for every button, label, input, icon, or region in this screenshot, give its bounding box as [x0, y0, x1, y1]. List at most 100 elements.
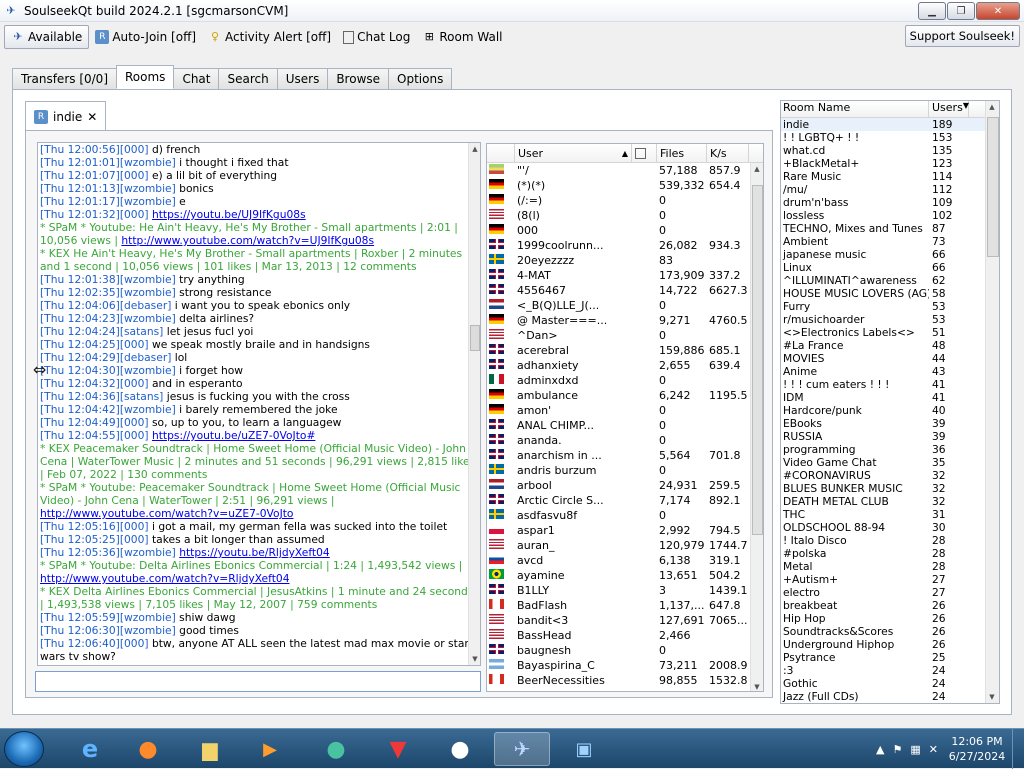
- start-button[interactable]: [4, 731, 44, 767]
- room-row[interactable]: what.cd 135: [781, 144, 999, 157]
- chat-username[interactable]: [000]: [120, 143, 149, 156]
- room-row[interactable]: ! ! ! cum eaters ! ! ! 41: [781, 378, 999, 391]
- room-row[interactable]: +Autism+ 27: [781, 573, 999, 586]
- room-row[interactable]: RUSSIA 39: [781, 430, 999, 443]
- scroll-down-icon[interactable]: ▼: [469, 653, 480, 665]
- firefox-icon[interactable]: ●: [120, 732, 176, 766]
- chat-username[interactable]: [000]: [120, 533, 149, 546]
- chat-username[interactable]: [wzombie]: [120, 611, 176, 624]
- media-player-icon[interactable]: ▶: [242, 732, 298, 766]
- chat-link[interactable]: http://www.youtube.com/watch?v=UJ9IfKgu0…: [121, 234, 374, 247]
- vivaldi-icon[interactable]: ▼: [370, 732, 426, 766]
- chat-username[interactable]: [000]: [120, 169, 149, 182]
- soulseek-taskbar-icon[interactable]: ✈: [494, 732, 550, 766]
- chat-username[interactable]: [wzombie]: [120, 312, 176, 325]
- room-row[interactable]: Underground Hiphop 26: [781, 638, 999, 651]
- chat-username[interactable]: [wzombie]: [120, 195, 176, 208]
- close-button[interactable]: ✕: [976, 2, 1020, 20]
- tab-browse[interactable]: Browse: [327, 68, 390, 89]
- users-scrollbar[interactable]: ▲ ▼: [750, 163, 763, 691]
- chat-link[interactable]: http://www.youtube.com/watch?v=RljdyXeft…: [40, 572, 290, 585]
- scroll-up-icon[interactable]: ▲: [986, 101, 998, 113]
- chat-username[interactable]: [satans]: [120, 325, 164, 338]
- user-row[interactable]: 20eyezzzz 83: [487, 253, 763, 268]
- chat-log-area[interactable]: [Thu 12:00:56][000] d) french [Thu 12:01:…: [37, 142, 481, 666]
- user-row[interactable]: ANAL CHIMP... 0: [487, 418, 763, 433]
- user-row[interactable]: adminxdxd 0: [487, 373, 763, 388]
- room-row[interactable]: lossless 102: [781, 209, 999, 222]
- room-row[interactable]: +BlackMetal+ 123: [781, 157, 999, 170]
- chat-username[interactable]: [wzombie]: [120, 286, 176, 299]
- column-user[interactable]: User ▲: [515, 144, 632, 162]
- autojoin-button[interactable]: R Auto-Join [off]: [89, 25, 202, 49]
- room-row[interactable]: #La France 48: [781, 339, 999, 352]
- room-row[interactable]: IDM 41: [781, 391, 999, 404]
- user-row[interactable]: BassHead 2,466: [487, 628, 763, 643]
- chat-input[interactable]: [35, 671, 481, 692]
- maximize-button[interactable]: ❐: [947, 2, 975, 20]
- volume-muted-icon[interactable]: ✕: [929, 743, 938, 756]
- chat-username[interactable]: [000]: [120, 208, 149, 221]
- scroll-down-icon[interactable]: ▼: [751, 681, 763, 691]
- room-row[interactable]: programming 36: [781, 443, 999, 456]
- user-row[interactable]: 000 0: [487, 223, 763, 238]
- chat-username[interactable]: [wzombie]: [120, 403, 176, 416]
- tab-transfers[interactable]: Transfers [0/0]: [12, 68, 117, 89]
- chat-username[interactable]: [satans]: [120, 390, 164, 403]
- room-row[interactable]: breakbeat 26: [781, 599, 999, 612]
- user-row[interactable]: avcd 6,138 319.1: [487, 553, 763, 568]
- user-row[interactable]: (8(l) 0: [487, 208, 763, 223]
- user-row[interactable]: BadFlash 1,137,... 647.8: [487, 598, 763, 613]
- room-row[interactable]: DEATH METAL CLUB 32: [781, 495, 999, 508]
- chat-scroll-thumb[interactable]: [470, 325, 480, 351]
- file-explorer-icon[interactable]: ▆: [182, 732, 238, 766]
- tab-chat[interactable]: Chat: [173, 68, 220, 89]
- room-row[interactable]: TECHNO, Mixes and Tunes 87: [781, 222, 999, 235]
- user-row[interactable]: aspar1 2,992 794.5: [487, 523, 763, 538]
- tab-search[interactable]: Search: [218, 68, 278, 89]
- room-row[interactable]: EBooks 39: [781, 417, 999, 430]
- chat-username[interactable]: [000]: [120, 377, 149, 390]
- column-users[interactable]: Users ▼: [929, 101, 969, 117]
- room-row[interactable]: ! Italo Disco 28: [781, 534, 999, 547]
- room-row[interactable]: HOUSE MUSIC LOVERS (AG) 58: [781, 287, 999, 300]
- user-row[interactable]: andris burzum 0: [487, 463, 763, 478]
- chat-username[interactable]: [wzombie]: [120, 546, 176, 559]
- room-row[interactable]: Furry 53: [781, 300, 999, 313]
- chat-username[interactable]: [wzombie]: [120, 182, 176, 195]
- room-row[interactable]: #CORONAVIRUS 32: [781, 469, 999, 482]
- chat-username[interactable]: [000]: [120, 416, 149, 429]
- room-scroll-thumb[interactable]: [987, 117, 999, 257]
- scroll-up-icon[interactable]: ▲: [469, 143, 480, 155]
- tab-rooms[interactable]: Rooms: [116, 65, 175, 89]
- internet-explorer-icon[interactable]: e: [62, 732, 118, 766]
- room-row[interactable]: THC 31: [781, 508, 999, 521]
- support-soulseek-button[interactable]: Support Soulseek!: [904, 25, 1020, 47]
- room-row[interactable]: Psytrance 25: [781, 651, 999, 664]
- room-row[interactable]: <>Electronics Labels<> 51: [781, 326, 999, 339]
- room-row[interactable]: r/musichoarder 53: [781, 313, 999, 326]
- user-row[interactable]: baugnesh 0: [487, 643, 763, 658]
- chat-username[interactable]: [000]: [120, 637, 149, 650]
- chat-username[interactable]: [debaser]: [120, 299, 172, 312]
- room-row[interactable]: Ambient 73: [781, 235, 999, 248]
- room-row[interactable]: Hardcore/punk 40: [781, 404, 999, 417]
- room-row[interactable]: drum'n'bass 109: [781, 196, 999, 209]
- chat-username[interactable]: [000]: [120, 338, 149, 351]
- chat-username[interactable]: [wzombie]: [120, 273, 176, 286]
- room-tab-indie[interactable]: R indie ✕: [25, 101, 107, 131]
- network-icon[interactable]: ▦: [910, 743, 920, 756]
- room-row[interactable]: electro 27: [781, 586, 999, 599]
- room-row[interactable]: OLDSCHOOL 88-94 30: [781, 521, 999, 534]
- room-row[interactable]: Video Game Chat 35: [781, 456, 999, 469]
- room-row[interactable]: ! ! LGBTQ+ ! ! 153: [781, 131, 999, 144]
- room-row[interactable]: Anime 43: [781, 365, 999, 378]
- user-row[interactable]: ayamine 13,651 504.2: [487, 568, 763, 583]
- chat-username[interactable]: [wzombie]: [120, 364, 176, 377]
- room-row[interactable]: Metal 28: [781, 560, 999, 573]
- user-row[interactable]: arbool 24,931 259.5: [487, 478, 763, 493]
- chat-username[interactable]: [wzombie]: [120, 156, 176, 169]
- show-desktop-button[interactable]: [1012, 729, 1024, 769]
- chat-app-icon[interactable]: ●: [308, 732, 364, 766]
- chat-username[interactable]: [000]: [120, 429, 149, 442]
